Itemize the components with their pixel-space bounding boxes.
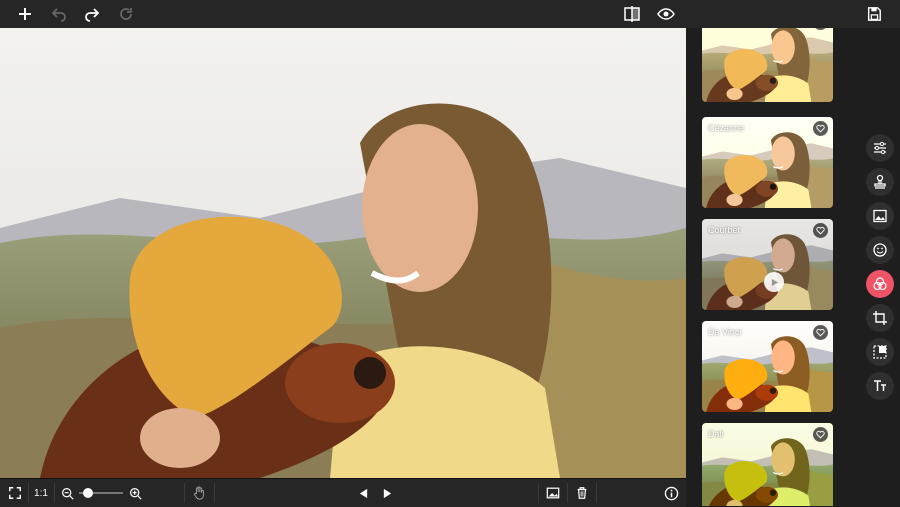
eye-icon[interactable] [653,2,679,26]
zoom-in-icon[interactable] [127,479,143,507]
next-icon[interactable] [378,479,396,507]
hand-icon[interactable] [190,479,208,507]
refresh-icon[interactable] [113,2,139,26]
compare-icon[interactable] [619,2,645,26]
image-icon[interactable] [866,202,894,230]
heart-icon[interactable] [813,121,828,136]
heart-icon[interactable] [813,427,828,442]
zoom-reset-button[interactable]: 1:1 [30,479,52,507]
trash-icon[interactable] [572,479,592,507]
text-icon[interactable] [866,372,894,400]
heart-icon[interactable] [813,325,828,340]
fullscreen-icon[interactable] [4,479,26,507]
crop-icon[interactable] [866,304,894,332]
zoom-out-icon[interactable] [59,479,75,507]
filters-icon[interactable] [866,270,894,298]
filter-name: Cézanne [708,123,745,133]
heart-icon[interactable] [813,223,828,238]
filter-card[interactable]: Cézanne [702,117,833,208]
info-icon[interactable] [661,479,681,507]
prev-icon[interactable] [354,479,372,507]
filter-name: Dali [708,429,724,439]
filter-card[interactable] [702,28,833,102]
filter-card[interactable]: Dali [702,423,833,506]
smiley-icon[interactable] [866,236,894,264]
filter-name: Courbet [708,225,741,235]
filter-name: Da Vinci [708,327,742,337]
right-panel: Cézanne Courbet Da Vinci Dali [686,28,900,506]
stamp-icon[interactable] [866,168,894,196]
zoom-slider[interactable] [78,479,124,507]
undo-icon[interactable] [46,2,72,26]
save-icon[interactable] [860,2,888,26]
photo-canvas[interactable] [0,28,686,478]
plus-icon[interactable] [12,2,38,26]
sliders-icon[interactable] [866,134,894,162]
zoom-slider-knob[interactable] [82,488,93,498]
play-icon[interactable] [764,272,784,292]
redo-icon[interactable] [79,2,105,26]
resize-icon[interactable] [866,338,894,366]
top-toolbar [0,0,900,29]
image-icon[interactable] [543,479,563,507]
bottom-toolbar: 1:1 [0,478,686,507]
filter-card[interactable]: Da Vinci [702,321,833,412]
filter-card[interactable]: Courbet [702,219,833,310]
main-photo [0,28,686,478]
